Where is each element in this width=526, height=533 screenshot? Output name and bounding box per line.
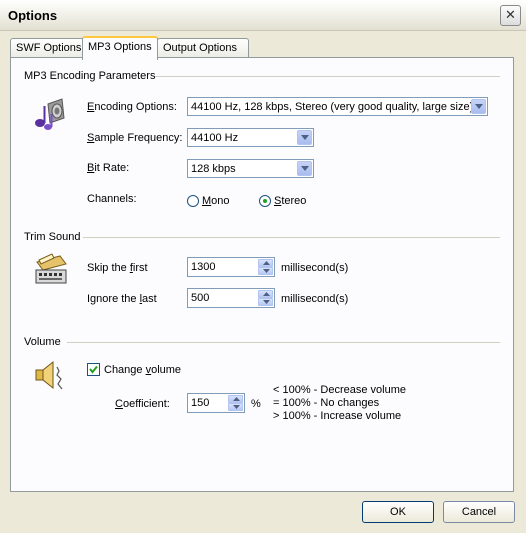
- group-divider: [83, 237, 500, 238]
- spinner-buttons: [228, 395, 243, 411]
- radio-selected-dot: [263, 199, 267, 203]
- mono-label[interactable]: Mono: [202, 195, 230, 207]
- change-volume-checkbox[interactable]: [87, 363, 100, 376]
- sample-frequency-value: 44100 Hz: [191, 132, 239, 144]
- group-title-volume: Volume: [24, 336, 61, 348]
- bit-rate-value: 128 kbps: [191, 163, 236, 175]
- close-icon[interactable]: ✕: [500, 5, 521, 26]
- mono-radio[interactable]: [187, 195, 199, 207]
- stereo-label[interactable]: Stereo: [274, 195, 306, 207]
- chevron-down-icon[interactable]: [297, 130, 312, 145]
- tab-panel-mp3: MP3 Encoding Parameters Encoding Options…: [10, 57, 514, 492]
- spinner-buttons: [258, 290, 273, 306]
- window-title: Options: [8, 8, 58, 23]
- ignore-last-spinner[interactable]: 500: [187, 288, 275, 308]
- sample-frequency-label: Sample Frequency:: [87, 132, 183, 144]
- group-title-encoding: MP3 Encoding Parameters: [24, 70, 156, 82]
- group-divider: [67, 342, 500, 343]
- volume-legend-nochange: = 100% - No changes: [273, 397, 380, 409]
- check-icon: [89, 365, 98, 374]
- skip-first-spinner[interactable]: 1300: [187, 257, 275, 277]
- chevron-down-icon[interactable]: [471, 99, 486, 114]
- coefficient-label: Coefficient:: [115, 398, 170, 410]
- tape-recorder-icon: [35, 253, 67, 284]
- group-title-trim: Trim Sound: [24, 231, 81, 243]
- ignore-last-label: Ignore the last: [87, 293, 157, 305]
- tab-output-options[interactable]: Output Options: [157, 38, 249, 58]
- skip-first-value: 1300: [191, 261, 216, 273]
- spinner-buttons: [258, 259, 273, 275]
- spin-up-icon[interactable]: [228, 395, 243, 403]
- encoding-options-combo[interactable]: 44100 Hz, 128 kbps, Stereo (very good qu…: [187, 97, 488, 116]
- bit-rate-label: Bit Rate:: [87, 162, 130, 174]
- group-divider: [155, 76, 500, 77]
- spin-down-icon[interactable]: [228, 403, 243, 411]
- skip-first-label: Skip the first: [87, 262, 148, 274]
- coefficient-value: 150: [191, 397, 210, 409]
- tab-mp3-options[interactable]: MP3 Options: [82, 36, 158, 60]
- bit-rate-combo[interactable]: 128 kbps: [187, 159, 314, 178]
- cancel-button[interactable]: Cancel: [443, 501, 515, 523]
- change-volume-label[interactable]: Change volume: [104, 364, 181, 376]
- ignore-last-unit: millisecond(s): [281, 293, 349, 305]
- tab-swf-options[interactable]: SWF Options: [10, 38, 84, 58]
- volume-legend-decrease: < 100% - Decrease volume: [273, 384, 406, 396]
- skip-first-unit: millisecond(s): [281, 262, 349, 274]
- ignore-last-value: 500: [191, 292, 210, 304]
- ok-button[interactable]: OK: [362, 501, 434, 523]
- speaker-volume-icon: [35, 360, 63, 390]
- coefficient-unit: %: [251, 398, 261, 410]
- volume-legend-increase: > 100% - Increase volume: [273, 410, 402, 422]
- options-dialog: Options ✕ SWF Options MP3 Options Output…: [0, 0, 526, 533]
- spin-down-icon[interactable]: [258, 267, 273, 275]
- coefficient-spinner[interactable]: 150: [187, 393, 245, 413]
- chevron-down-icon[interactable]: [297, 161, 312, 176]
- spin-up-icon[interactable]: [258, 290, 273, 298]
- channels-label: Channels:: [87, 193, 137, 205]
- encoding-options-label: Encoding Options:: [87, 101, 177, 113]
- stereo-radio[interactable]: [259, 195, 271, 207]
- spin-down-icon[interactable]: [258, 298, 273, 306]
- sample-frequency-combo[interactable]: 44100 Hz: [187, 128, 314, 147]
- encoding-options-value: 44100 Hz, 128 kbps, Stereo (very good qu…: [191, 101, 471, 113]
- music-notes-speaker-icon: [35, 98, 65, 130]
- spin-up-icon[interactable]: [258, 259, 273, 267]
- title-bar: Options ✕: [0, 0, 526, 31]
